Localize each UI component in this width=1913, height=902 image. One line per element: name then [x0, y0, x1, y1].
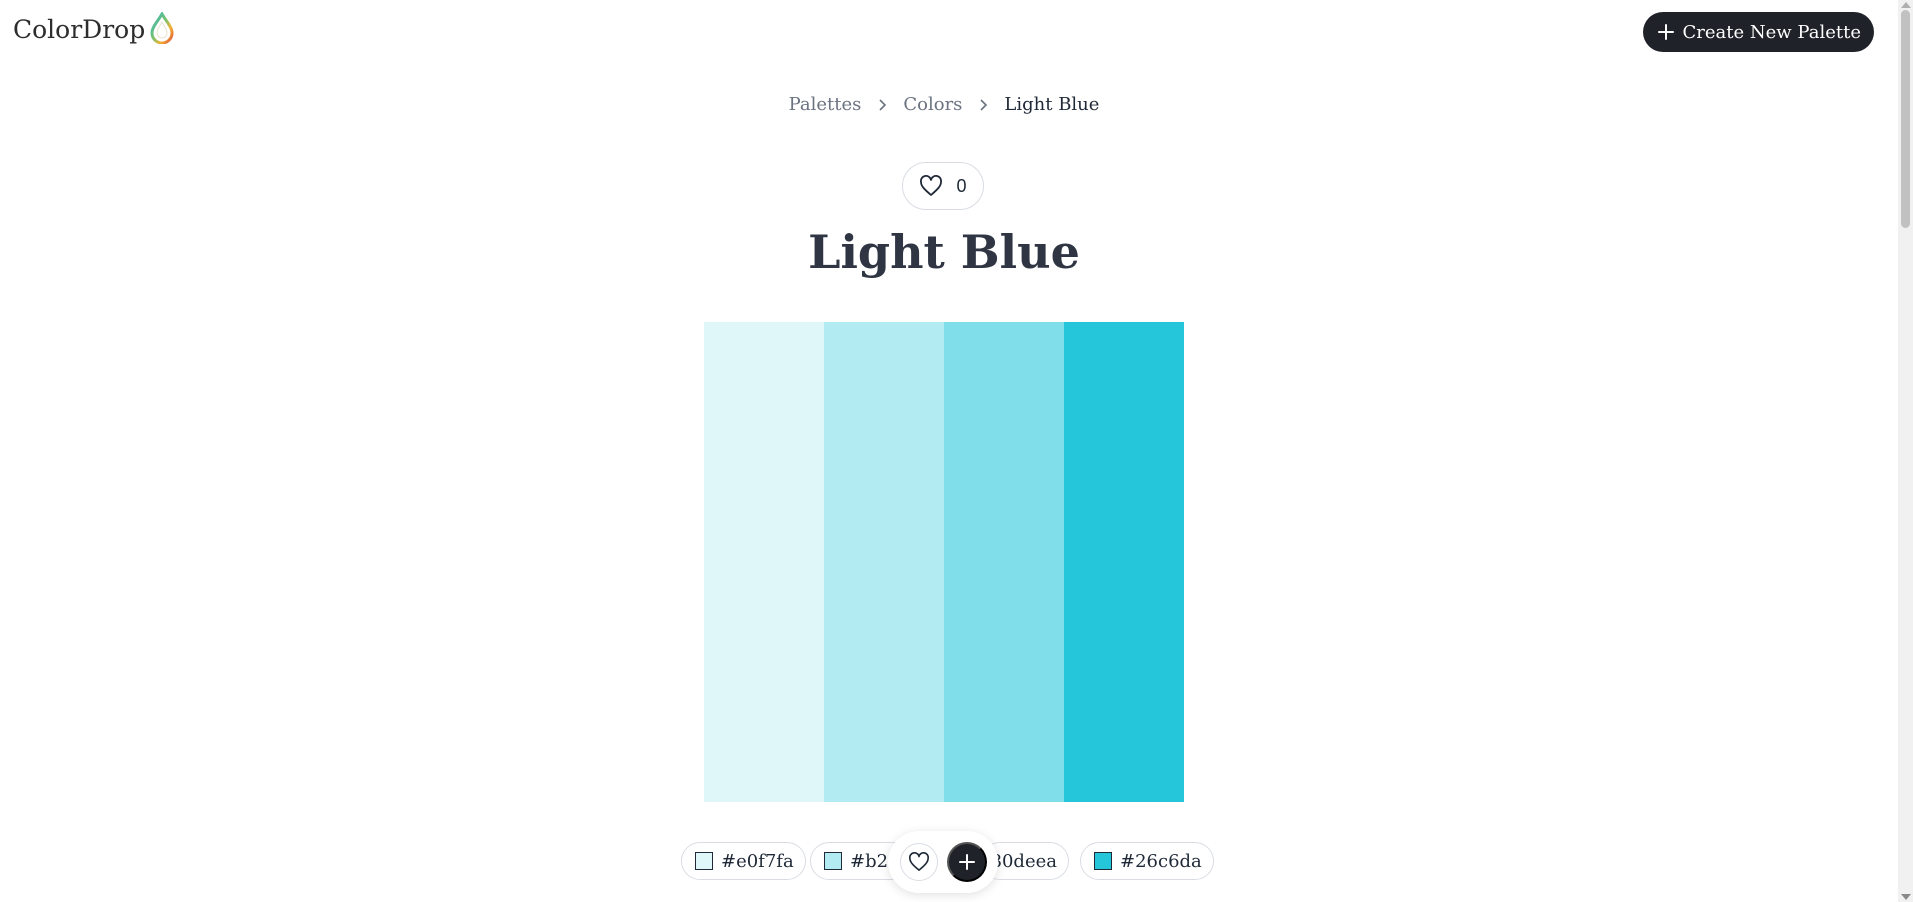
- hex-chip[interactable]: #e0f7fa: [681, 842, 806, 880]
- plus-icon: [1657, 24, 1674, 40]
- hex-label: #26c6da: [1120, 850, 1202, 872]
- create-new-palette-button[interactable]: Create New Palette: [1642, 12, 1874, 52]
- hex-label: 80deea: [990, 850, 1057, 872]
- breadcrumb: Palettes Colors Light Blue: [0, 94, 1888, 115]
- create-button-label: Create New Palette: [1682, 21, 1861, 43]
- scrollbar[interactable]: [1898, 0, 1913, 902]
- hex-label: #e0f7fa: [721, 850, 794, 872]
- breadcrumb-colors-link[interactable]: Colors: [903, 94, 962, 115]
- color-swatch[interactable]: [944, 322, 1064, 802]
- scroll-down-arrow-icon[interactable]: [1901, 894, 1911, 900]
- heart-icon: [920, 175, 943, 196]
- color-swatch[interactable]: [1064, 322, 1184, 802]
- palette-swatches: [704, 322, 1184, 802]
- logo-link[interactable]: ColorDrop: [13, 12, 175, 44]
- plus-icon: [958, 854, 975, 870]
- chevron-right-icon: [980, 98, 988, 111]
- scrollbar-thumb[interactable]: [1901, 10, 1910, 228]
- floating-action-bar: [888, 831, 998, 893]
- hex-chip[interactable]: #26c6da: [1080, 842, 1214, 880]
- scroll-up-arrow-icon[interactable]: [1901, 2, 1911, 8]
- logo-text: ColorDrop: [13, 14, 146, 44]
- color-square: [1094, 852, 1112, 870]
- color-drop-icon: [150, 12, 174, 44]
- breadcrumb-palettes-link[interactable]: Palettes: [789, 94, 862, 115]
- chevron-right-icon: [879, 98, 887, 111]
- color-square: [824, 852, 842, 870]
- like-count: 0: [956, 175, 967, 196]
- floating-like-button[interactable]: [899, 843, 938, 881]
- palette-title: Light Blue: [808, 225, 1080, 279]
- like-button[interactable]: 0: [902, 162, 984, 210]
- color-swatch[interactable]: [704, 322, 824, 802]
- heart-icon: [908, 852, 929, 871]
- color-square: [695, 852, 713, 870]
- color-swatch[interactable]: [824, 322, 944, 802]
- floating-add-button[interactable]: [946, 842, 987, 882]
- breadcrumb-current: Light Blue: [1004, 94, 1100, 115]
- page: ColorDrop Create New Palette Palettes Co…: [0, 0, 1913, 902]
